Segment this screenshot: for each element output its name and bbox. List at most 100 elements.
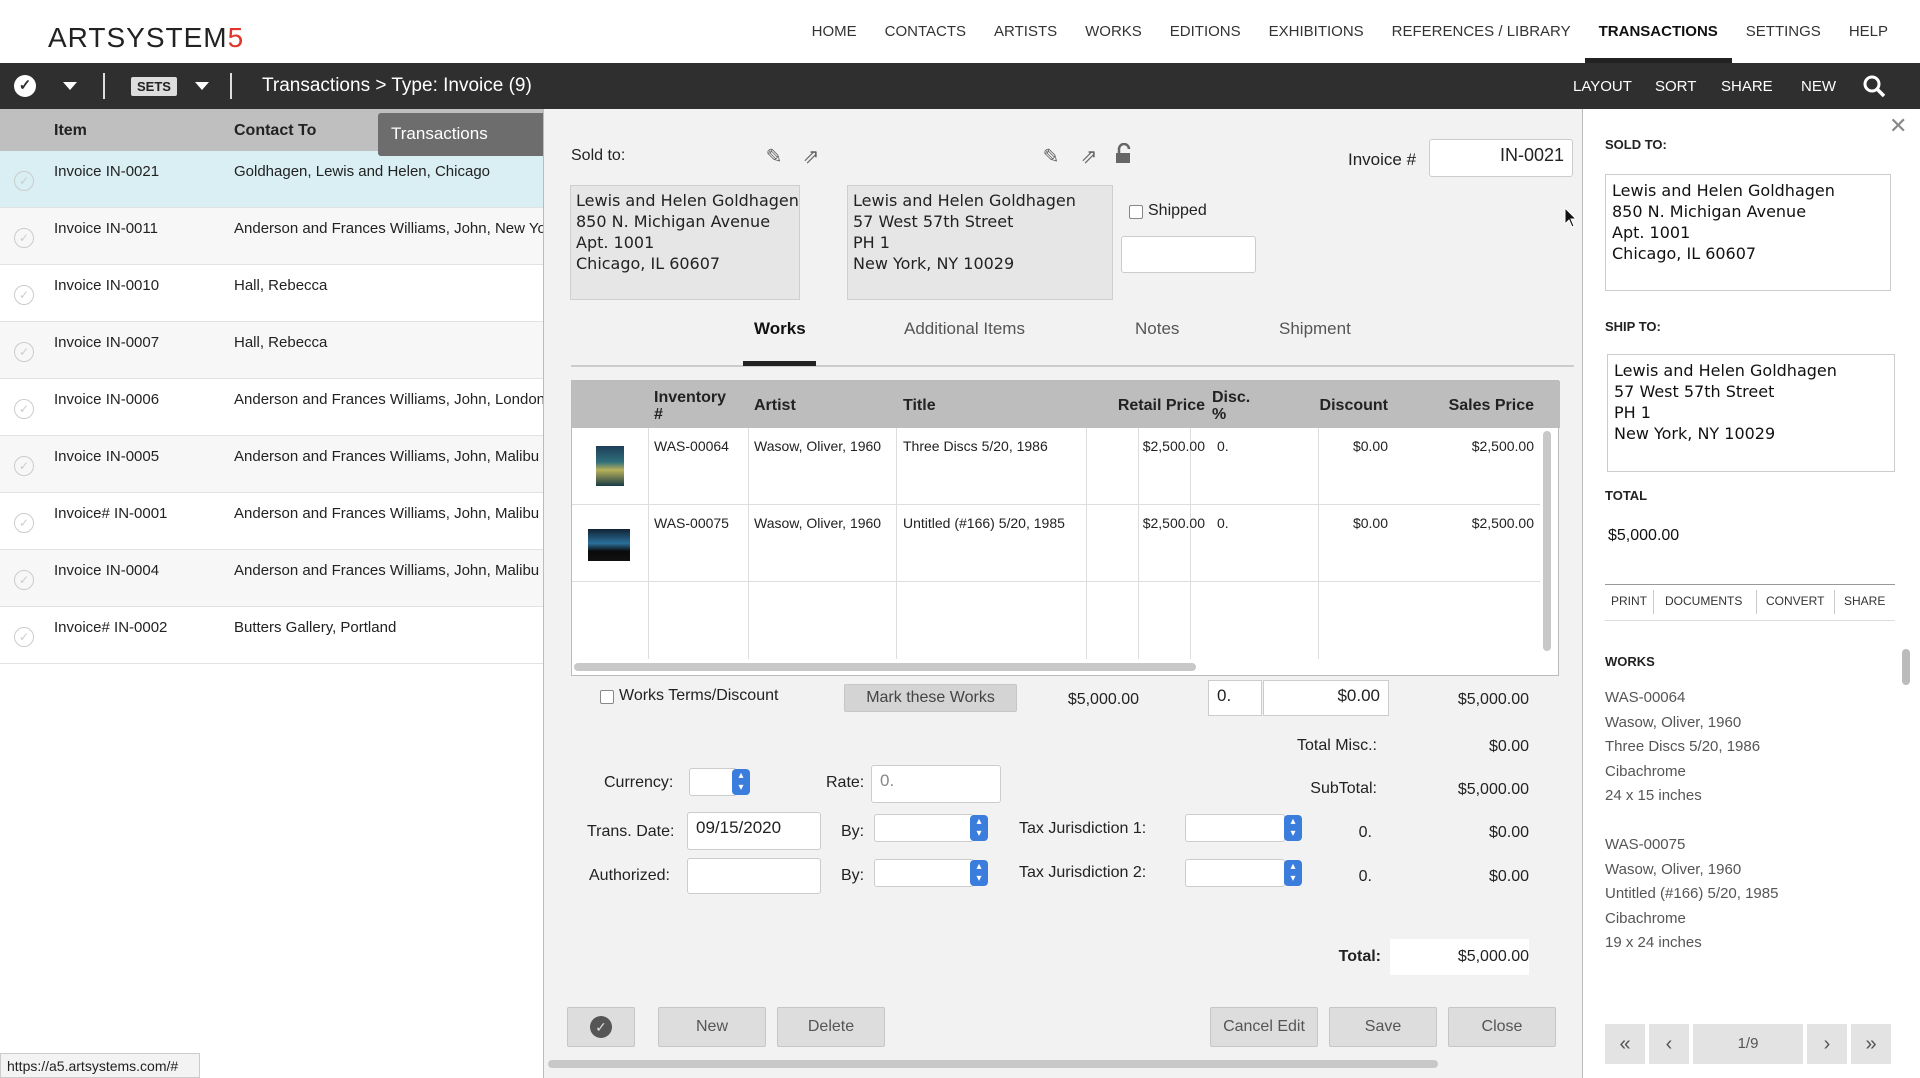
tab-works[interactable]: Works [754,319,806,339]
works-terms-checkbox[interactable] [600,690,614,704]
rate-input[interactable]: 0. [871,765,1001,803]
sets-chevron-down-icon[interactable] [195,82,209,90]
sum-discount-input[interactable]: $0.00 [1263,680,1389,716]
close-panel-icon[interactable]: ✕ [1889,113,1907,139]
table-row[interactable]: ✓ Invoice IN-0004 Anderson and Frances Wil… [0,550,545,607]
select-menu-chevron-down-icon[interactable] [63,82,77,90]
col-inventory[interactable]: Inventory # [654,389,739,423]
panel-work-item[interactable]: WAS-00064 Wasow, Oliver, 1960 Three Disc… [1605,686,1760,809]
by-select-2[interactable] [874,859,974,887]
by-spinner-icon[interactable]: ▴ ▾ [970,860,988,886]
row-check-icon[interactable]: ✓ [14,342,34,362]
tax-2-spinner-icon[interactable]: ▴ ▾ [1284,860,1302,886]
shipped-date-input[interactable] [1121,236,1256,273]
grid-vertical-scrollbar[interactable] [1543,431,1551,651]
sort-button[interactable]: SORT [1655,63,1696,109]
shipped-checkbox[interactable] [1129,205,1143,219]
row-check-icon[interactable]: ✓ [14,171,34,191]
edit-sold-to-pencil-icon[interactable]: ✎ [762,145,786,169]
sum-disc-pct-input[interactable]: 0. [1208,680,1262,716]
new-button[interactable]: New [658,1007,766,1047]
row-check-icon[interactable]: ✓ [14,228,34,248]
share-button[interactable]: SHARE [1721,63,1773,109]
open-sold-to-external-icon[interactable]: ⇗ [799,145,823,169]
column-header-contact[interactable]: Contact To [234,122,316,140]
tab-additional-items[interactable]: Additional Items [904,319,1025,339]
nav-exhibitions[interactable]: EXHIBITIONS [1255,0,1378,63]
nav-artists[interactable]: ARTISTS [980,0,1071,63]
table-row[interactable]: ✓ Invoice IN-0005 Anderson and Frances Wil… [0,436,545,493]
table-row[interactable]: WAS-00064 Wasow, Oliver, 1960 Three Disc… [572,428,1540,505]
trans-date-input[interactable]: 09/15/2020 [687,812,821,850]
nav-references-library[interactable]: REFERENCES / LIBRARY [1378,0,1585,63]
next-page-icon[interactable]: › [1807,1024,1847,1064]
last-page-icon[interactable]: » [1851,1024,1891,1064]
tab-notes[interactable]: Notes [1135,319,1179,339]
nav-home[interactable]: HOME [798,0,871,63]
panel-scrollbar[interactable] [1902,649,1910,685]
ship-to-address[interactable]: Lewis and Helen Goldhagen 57 West 57th S… [847,185,1113,300]
open-ship-to-external-icon[interactable]: ⇗ [1077,145,1101,169]
nav-contacts[interactable]: CONTACTS [871,0,980,63]
artwork-thumbnail[interactable] [588,529,630,561]
delete-button[interactable]: Delete [777,1007,885,1047]
row-check-icon[interactable]: ✓ [14,570,34,590]
new-button[interactable]: NEW [1801,63,1836,109]
col-title[interactable]: Title [903,397,936,414]
search-icon[interactable] [1862,63,1886,109]
sold-to-address[interactable]: Lewis and Helen Goldhagen 850 N. Michiga… [570,185,800,300]
table-row[interactable]: ✓ Invoice# IN-0002 Butters Gallery, Portla… [0,607,545,664]
col-sales-price[interactable]: Sales Price [1392,397,1534,414]
confirm-button[interactable]: ✓ [567,1007,635,1047]
invoice-number-input[interactable]: IN-0021 [1429,139,1573,177]
save-button[interactable]: Save [1329,1007,1437,1047]
row-check-icon[interactable]: ✓ [14,456,34,476]
tax-1-spinner-icon[interactable]: ▴ ▾ [1284,815,1302,841]
table-row[interactable]: ✓ Invoice IN-0010 Hall, Rebecca [0,265,545,322]
artwork-thumbnail[interactable] [596,446,624,486]
grid-horizontal-scrollbar[interactable] [574,663,1196,671]
edit-ship-to-pencil-icon[interactable]: ✎ [1039,145,1063,169]
nav-settings[interactable]: SETTINGS [1732,0,1835,63]
table-row[interactable]: ✓ Invoice IN-0021 Goldhagen, Lewis and Hel… [0,151,545,208]
by-select-1[interactable] [874,814,974,842]
unlock-icon[interactable] [1112,142,1136,167]
documents-button[interactable]: DOCUMENTS [1665,594,1742,608]
currency-spinner-icon[interactable]: ▴ ▾ [732,769,750,795]
convert-button[interactable]: CONVERT [1766,594,1824,608]
by-spinner-icon[interactable]: ▴ ▾ [970,815,988,841]
first-page-icon[interactable]: « [1605,1024,1645,1064]
nav-editions[interactable]: EDITIONS [1156,0,1255,63]
table-row[interactable]: ✓ Invoice# IN-0001 Anderson and Frances Wi… [0,493,545,550]
cancel-edit-button[interactable]: Cancel Edit [1210,1007,1318,1047]
col-artist[interactable]: Artist [754,397,796,414]
row-check-icon[interactable]: ✓ [14,285,34,305]
prev-page-icon[interactable]: ‹ [1649,1024,1689,1064]
select-all-check-icon[interactable]: ✓ [14,75,36,97]
authorized-input[interactable] [687,858,821,894]
print-button[interactable]: PRINT [1611,594,1647,608]
table-row[interactable]: ✓ Invoice IN-0006 Anderson and Frances Wil… [0,379,545,436]
close-button[interactable]: Close [1448,1007,1556,1047]
row-check-icon[interactable]: ✓ [14,399,34,419]
currency-select[interactable] [689,768,737,796]
col-retail-price[interactable]: Retail Price [1102,397,1205,414]
nav-help[interactable]: HELP [1835,0,1902,63]
col-disc-pct[interactable]: Disc. % [1212,389,1256,423]
row-check-icon[interactable]: ✓ [14,627,34,647]
table-row[interactable]: ✓ Invoice IN-0007 Hall, Rebecca [0,322,545,379]
panel-share-button[interactable]: SHARE [1844,594,1885,608]
tax-jurisdiction-1-select[interactable] [1185,814,1285,842]
tab-shipment[interactable]: Shipment [1279,319,1351,339]
mark-these-works-button[interactable]: Mark these Works [844,684,1017,712]
panel-work-item[interactable]: WAS-00075 Wasow, Oliver, 1960 Untitled (… [1605,833,1778,956]
nav-works[interactable]: WORKS [1071,0,1156,63]
col-discount[interactable]: Discount [1262,397,1388,414]
table-row[interactable]: WAS-00075 Wasow, Oliver, 1960 Untitled (… [572,505,1540,582]
layout-button[interactable]: LAYOUT [1573,63,1632,109]
editor-horizontal-scrollbar[interactable] [548,1060,1438,1068]
artsystems-logo[interactable]: ARTSYSTEM5 [48,22,244,54]
tax-jurisdiction-2-select[interactable] [1185,859,1285,887]
column-header-item[interactable]: Item [54,122,87,140]
sets-button[interactable]: SETS [131,76,177,96]
